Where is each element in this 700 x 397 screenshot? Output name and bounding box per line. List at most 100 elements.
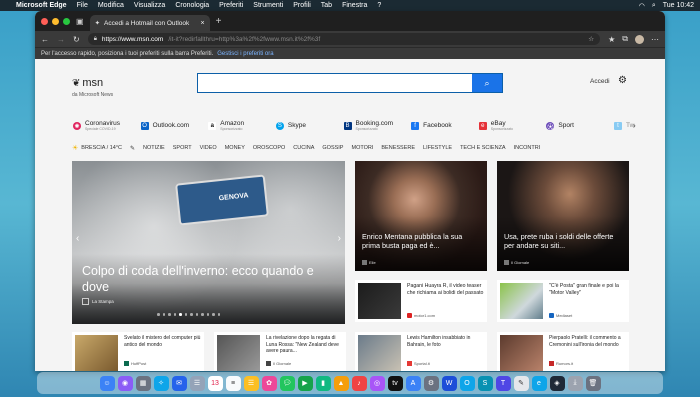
mail-icon[interactable]: ✉: [171, 375, 187, 391]
reminders-icon[interactable]: ☰: [243, 375, 259, 391]
finder-icon[interactable]: ☺: [99, 375, 115, 391]
keynote-icon[interactable]: ▲: [333, 375, 349, 391]
favorite-star-icon[interactable]: ☆: [588, 35, 594, 43]
carousel-dot[interactable]: [217, 313, 220, 316]
carousel-dot[interactable]: [162, 313, 165, 316]
tv-icon[interactable]: tv: [387, 375, 403, 391]
carousel-dot[interactable]: [212, 313, 215, 316]
zoom-window-button[interactable]: [63, 17, 70, 25]
downloads-icon[interactable]: ⤓: [567, 375, 583, 391]
collections-icon[interactable]: ⧉: [622, 34, 628, 44]
quicklink-facebook[interactable]: f Facebook: [411, 122, 479, 130]
news-card-mentana[interactable]: Enrico Mentana pubblica la sua prima bus…: [355, 161, 487, 271]
tab-active[interactable]: ✦ Accedi a Hotmail con Outlook ×: [89, 15, 210, 31]
photos-icon[interactable]: ✿: [261, 375, 277, 391]
system-preferences-icon[interactable]: ⚙: [423, 375, 439, 391]
nav-video[interactable]: VIDEO: [200, 145, 217, 151]
search-box[interactable]: ⌕: [197, 73, 503, 95]
news-card-ce-posta[interactable]: "C'è Posta" gran finale e poi la "Motor …: [497, 280, 629, 322]
nav-lifestyle[interactable]: LIFESTYLE: [423, 145, 452, 151]
edge-icon[interactable]: e: [531, 375, 547, 391]
siri-icon[interactable]: ◉: [117, 375, 133, 391]
menu-cronologia[interactable]: Cronologia: [175, 2, 209, 9]
carousel-dot[interactable]: [168, 313, 171, 316]
carousel-dot[interactable]: [206, 313, 209, 316]
nav-notizie[interactable]: NOTIZIE: [143, 145, 165, 151]
wifi-icon[interactable]: ◠: [639, 2, 645, 10]
quicklink-sport[interactable]: ⚽︎ Sport: [546, 122, 614, 131]
quicklink-outlook[interactable]: O Outlook.com: [140, 122, 209, 130]
profile-avatar[interactable]: [635, 34, 644, 44]
nav-cucina[interactable]: CUCINA: [293, 145, 314, 151]
menu-modifica[interactable]: Modifica: [98, 2, 124, 9]
search-icon[interactable]: ⌕: [652, 2, 656, 10]
hero-title[interactable]: Colpo di coda dell'inverno: ecco quando …: [82, 264, 322, 295]
carousel-dot[interactable]: [157, 313, 160, 316]
carousel-next-icon[interactable]: ›: [338, 233, 341, 244]
news-card-hamilton[interactable]: Lewis Hamilton insabbiato in Bahrain, le…: [355, 332, 487, 371]
news-card-luna-rossa[interactable]: La rivelazione dopo la regata di Luna Ro…: [214, 332, 346, 371]
favorites-icon[interactable]: ★: [608, 35, 615, 44]
tab-actions-icon[interactable]: ▣: [76, 17, 84, 26]
carousel-dot[interactable]: [173, 313, 176, 316]
news-card-pagani[interactable]: Pagani Huayra R, il video teaser che ric…: [355, 280, 487, 322]
refresh-icon[interactable]: ↻: [73, 35, 80, 44]
trash-icon[interactable]: 🗑︎: [585, 375, 601, 391]
back-icon[interactable]: ←: [41, 35, 49, 44]
menu-visualizza[interactable]: Visualizza: [134, 2, 165, 9]
quicklink-twitter[interactable]: t Tw: [614, 122, 643, 130]
minimize-window-button[interactable]: [52, 17, 59, 25]
manage-favorites-link[interactable]: Gestisci i preferiti ora: [217, 51, 273, 57]
outlook-dock-icon[interactable]: O: [459, 375, 475, 391]
quicklink-skype[interactable]: S Skype: [275, 122, 344, 130]
menu-strumenti[interactable]: Strumenti: [253, 2, 283, 9]
teams-icon[interactable]: T: [495, 375, 511, 391]
settings-gear-icon[interactable]: ⚙: [618, 75, 627, 86]
quicklink-coronavirus[interactable]: ✺ Coronavirus Speciale COVID-19: [73, 120, 141, 131]
news-card-pratelli[interactable]: Pierpaolo Pratelli: il commento a Cremon…: [497, 332, 629, 371]
menu-file[interactable]: File: [77, 2, 88, 9]
nav-tech[interactable]: TECH E SCIENZA: [460, 145, 506, 151]
safari-icon[interactable]: ✧: [153, 375, 169, 391]
quicklinks-next-icon[interactable]: ›: [633, 121, 636, 130]
carousel-dot-active[interactable]: [179, 313, 182, 316]
nav-sport[interactable]: SPORT: [173, 145, 192, 151]
clock[interactable]: Tue 10:42: [663, 2, 694, 9]
menubar-app-name[interactable]: Microsoft Edge: [16, 2, 67, 9]
carousel-prev-icon[interactable]: ‹: [76, 233, 79, 244]
quicklink-amazon[interactable]: a Amazon Sponsorizzato: [208, 120, 276, 131]
search-button[interactable]: ⌕: [472, 74, 502, 92]
carousel-dot[interactable]: [201, 313, 204, 316]
menu-preferiti[interactable]: Preferiti: [219, 2, 243, 9]
msn-logo[interactable]: ❦ msn: [72, 77, 103, 89]
signin-link[interactable]: Accedi: [590, 78, 610, 85]
close-tab-icon[interactable]: ×: [200, 20, 204, 27]
hero-carousel[interactable]: GENOVA ‹ › Colpo di coda dell'inverno: e…: [72, 161, 345, 324]
launchpad-icon[interactable]: ▦: [135, 375, 151, 391]
script-editor-icon[interactable]: ✎: [513, 375, 529, 391]
podcasts-icon[interactable]: ◎: [369, 375, 385, 391]
word-icon[interactable]: W: [441, 375, 457, 391]
carousel-dot[interactable]: [195, 313, 198, 316]
menu-finestra[interactable]: Finestra: [342, 2, 367, 9]
numbers-icon[interactable]: ▮: [315, 375, 331, 391]
close-window-button[interactable]: [41, 17, 48, 25]
nav-money[interactable]: MONEY: [225, 145, 245, 151]
more-menu-icon[interactable]: ⋯: [651, 35, 659, 44]
nav-gossip[interactable]: GOSSIP: [322, 145, 343, 151]
contacts-icon[interactable]: ☰: [189, 375, 205, 391]
nav-benessere[interactable]: BENESSERE: [381, 145, 415, 151]
forward-icon[interactable]: →: [57, 35, 65, 44]
carousel-dot[interactable]: [184, 313, 187, 316]
weather-widget[interactable]: ☀ BRESCIA / 14°C: [72, 144, 122, 152]
search-input[interactable]: [198, 76, 468, 95]
vpn-icon[interactable]: ◈: [549, 375, 565, 391]
news-card-computer[interactable]: Svelato il mistero del computer più anti…: [72, 332, 204, 371]
lock-icon[interactable]: 🔒︎: [94, 36, 97, 43]
new-tab-button[interactable]: +: [216, 16, 222, 27]
menu-help[interactable]: ?: [377, 2, 381, 9]
app-store-icon[interactable]: A: [405, 375, 421, 391]
nav-oroscopo[interactable]: OROSCOPO: [253, 145, 285, 151]
menu-tab[interactable]: Tab: [321, 2, 332, 9]
quicklink-booking[interactable]: B Booking.com Sponsorizzato: [343, 120, 412, 131]
